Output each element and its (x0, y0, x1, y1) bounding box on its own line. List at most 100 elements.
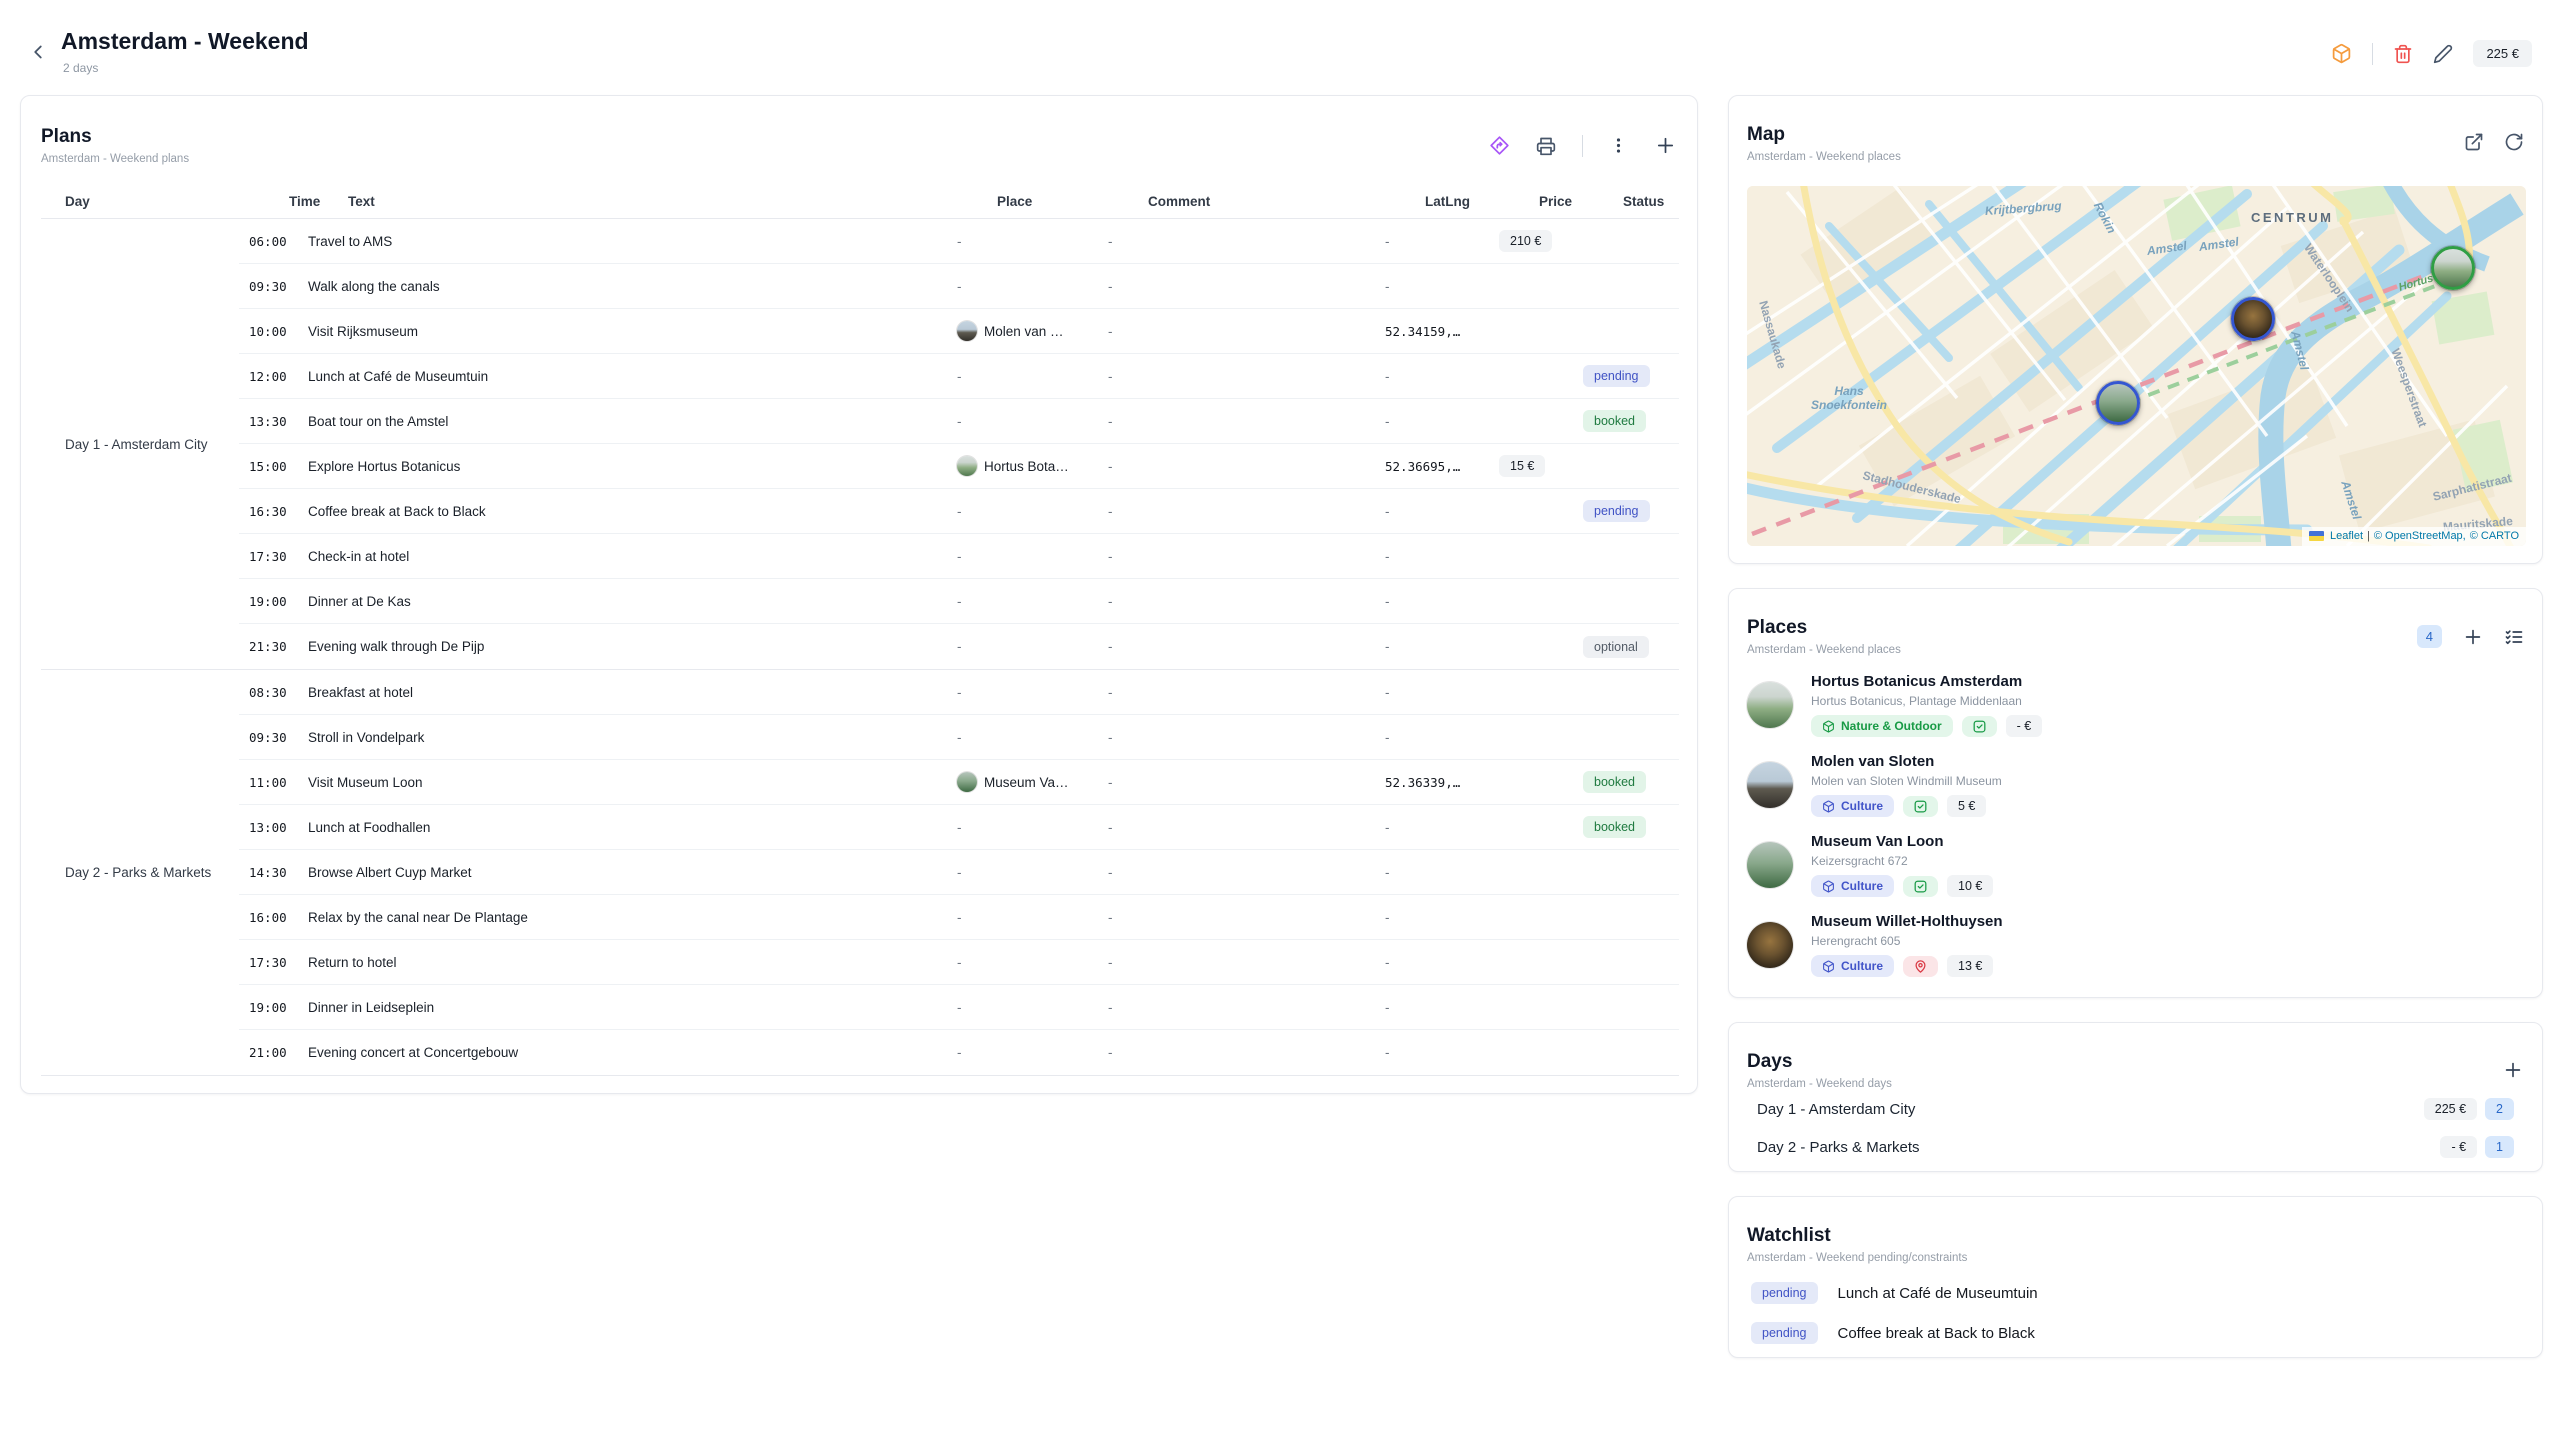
add-day-icon[interactable] (2502, 1059, 2524, 1081)
plan-row[interactable]: 21:00 Evening concert at Concertgebouw -… (239, 1030, 1679, 1075)
place-item[interactable]: Molen van Sloten Molen van Sloten Windmi… (1747, 745, 2524, 825)
visited-check-icon[interactable] (1903, 796, 1938, 817)
trash-icon[interactable] (2393, 44, 2413, 64)
plan-row[interactable]: 13:30 Boat tour on the Amstel - - - book… (239, 399, 1679, 444)
places-panel: Places Amsterdam - Weekend places 4 Hort… (1728, 588, 2543, 998)
plan-row[interactable]: 21:30 Evening walk through De Pijp - - -… (239, 624, 1679, 669)
plan-latlng: - (1385, 1000, 1499, 1015)
place-item[interactable]: Hortus Botanicus Amsterdam Hortus Botani… (1747, 665, 2524, 745)
marker-hortus-botanicus[interactable] (2431, 246, 2475, 290)
plan-place: - (957, 865, 1108, 880)
map-pin-icon[interactable] (1903, 956, 1938, 977)
place-address: Hortus Botanicus, Plantage Middenlaan (1811, 694, 2042, 708)
plan-latlng: - (1385, 414, 1499, 429)
map-canvas[interactable]: CENTRUMKrijtbergbrugRokinNassaukadeHans … (1747, 186, 2526, 546)
fullscreen-icon[interactable] (2464, 132, 2484, 152)
plans-table-body: Day 1 - Amsterdam City 06:00 Travel to A… (41, 219, 1679, 1076)
plan-row[interactable]: 19:00 Dinner in Leidseplein - - - (239, 985, 1679, 1030)
place-thumbnail (957, 456, 977, 476)
divider (2372, 43, 2373, 65)
marker-museum-van-loon[interactable] (2096, 381, 2140, 425)
plan-text: Relax by the canal near De Plantage (308, 910, 957, 925)
plan-status: pending (1583, 500, 1679, 522)
plan-row[interactable]: 08:30 Breakfast at hotel - - - (239, 670, 1679, 715)
back-icon[interactable] (26, 40, 50, 64)
status-badge: pending (1583, 500, 1650, 522)
plan-row[interactable]: 16:30 Coffee break at Back to Black - - … (239, 489, 1679, 534)
plan-comment: - (1108, 459, 1385, 474)
place-photo (1747, 922, 1793, 968)
visited-check-icon[interactable] (1903, 876, 1938, 897)
plan-text: Evening walk through De Pijp (308, 639, 957, 654)
watchlist-row[interactable]: pending Lunch at Café de Museumtuin (1747, 1273, 2524, 1313)
plan-comment: - (1108, 685, 1385, 700)
plan-comment: - (1108, 369, 1385, 384)
plan-time: 12:00 (239, 369, 308, 384)
plan-status: booked (1583, 410, 1679, 432)
col-status: Status (1623, 194, 1719, 209)
map-attribution: Leaflet | © OpenStreetMap, © CARTO (2302, 527, 2526, 546)
refresh-icon[interactable] (2504, 132, 2524, 152)
osm-link[interactable]: © OpenStreetMap, (2374, 530, 2466, 542)
plan-row[interactable]: 09:30 Walk along the canals - - - (239, 264, 1679, 309)
plan-row[interactable]: 14:30 Browse Albert Cuyp Market - - - (239, 850, 1679, 895)
plan-comment: - (1108, 820, 1385, 835)
plan-latlng: 52.36695,… (1385, 459, 1499, 474)
plan-row[interactable]: 11:00 Visit Museum Loon Museum Va… - 52.… (239, 760, 1679, 805)
plan-row[interactable]: 12:00 Lunch at Café de Museumtuin - - - … (239, 354, 1679, 399)
header-actions: 225 € (2331, 40, 2532, 67)
place-item[interactable]: Museum Van Loon Keizersgracht 672 Cultur… (1747, 825, 2524, 905)
plan-time: 17:30 (239, 549, 308, 564)
plan-latlng: - (1385, 685, 1499, 700)
package-icon[interactable] (2331, 43, 2352, 64)
carto-link[interactable]: © CARTO (2470, 530, 2519, 542)
plan-place: Molen van … (957, 321, 1108, 341)
plan-place: - (957, 369, 1108, 384)
place-item[interactable]: Museum Willet-Holthuysen Herengracht 605… (1747, 905, 2524, 985)
plan-row[interactable]: 15:00 Explore Hortus Botanicus Hortus Bo… (239, 444, 1679, 489)
leaflet-link[interactable]: Leaflet (2330, 530, 2363, 542)
kebab-menu-icon[interactable] (1609, 136, 1628, 155)
plan-row[interactable]: 09:30 Stroll in Vondelpark - - - (239, 715, 1679, 760)
plan-place: - (957, 685, 1108, 700)
plan-row[interactable]: 13:00 Lunch at Foodhallen - - - booked (239, 805, 1679, 850)
place-thumbnail (957, 321, 977, 341)
plan-latlng: - (1385, 865, 1499, 880)
plan-row[interactable]: 16:00 Relax by the canal near De Plantag… (239, 895, 1679, 940)
route-icon[interactable] (1489, 135, 1510, 156)
plan-row[interactable]: 17:30 Check-in at hotel - - - (239, 534, 1679, 579)
plan-place: Hortus Bota… (957, 456, 1108, 476)
marker-museum-willet-holthuysen[interactable] (2231, 297, 2275, 341)
add-place-icon[interactable] (2462, 626, 2484, 648)
plan-row[interactable]: 10:00 Visit Rijksmuseum Molen van … - 52… (239, 309, 1679, 354)
plan-latlng: - (1385, 549, 1499, 564)
plan-time: 13:00 (239, 820, 308, 835)
day-plan-count: 1 (2485, 1136, 2514, 1158)
plan-day-label: Day 1 - Amsterdam City (41, 219, 239, 669)
edit-pencil-icon[interactable] (2433, 44, 2453, 64)
day-plan-count: 2 (2485, 1098, 2514, 1120)
place-address: Keizersgracht 672 (1811, 854, 1993, 868)
place-category-label: Culture (1841, 879, 1883, 893)
place-badges: Culture 13 € (1811, 955, 2003, 977)
visited-check-icon[interactable] (1962, 716, 1997, 737)
plan-row[interactable]: 17:30 Return to hotel - - - (239, 940, 1679, 985)
day-row[interactable]: Day 1 - Amsterdam City 225 € 2 (1747, 1090, 2524, 1128)
add-plan-icon[interactable] (1654, 134, 1677, 157)
watchlist-title: Watchlist (1747, 1225, 2524, 1247)
plan-latlng: - (1385, 504, 1499, 519)
day-row[interactable]: Day 2 - Parks & Markets - € 1 (1747, 1128, 2524, 1166)
col-day: Day (41, 194, 279, 209)
plan-comment: - (1108, 279, 1385, 294)
status-badge: booked (1583, 816, 1646, 838)
print-icon[interactable] (1536, 136, 1556, 156)
watchlist-subtitle: Amsterdam - Weekend pending/constraints (1747, 1252, 2524, 1264)
days-title: Days (1747, 1051, 2524, 1073)
plan-place: - (957, 820, 1108, 835)
places-header: Places Amsterdam - Weekend places 4 (1729, 589, 2542, 656)
plan-place: - (957, 639, 1108, 654)
watchlist-row[interactable]: pending Coffee break at Back to Black (1747, 1313, 2524, 1353)
checklist-icon[interactable] (2504, 627, 2524, 647)
plan-row[interactable]: 19:00 Dinner at De Kas - - - (239, 579, 1679, 624)
plan-row[interactable]: 06:00 Travel to AMS - - - 210 € (239, 219, 1679, 264)
